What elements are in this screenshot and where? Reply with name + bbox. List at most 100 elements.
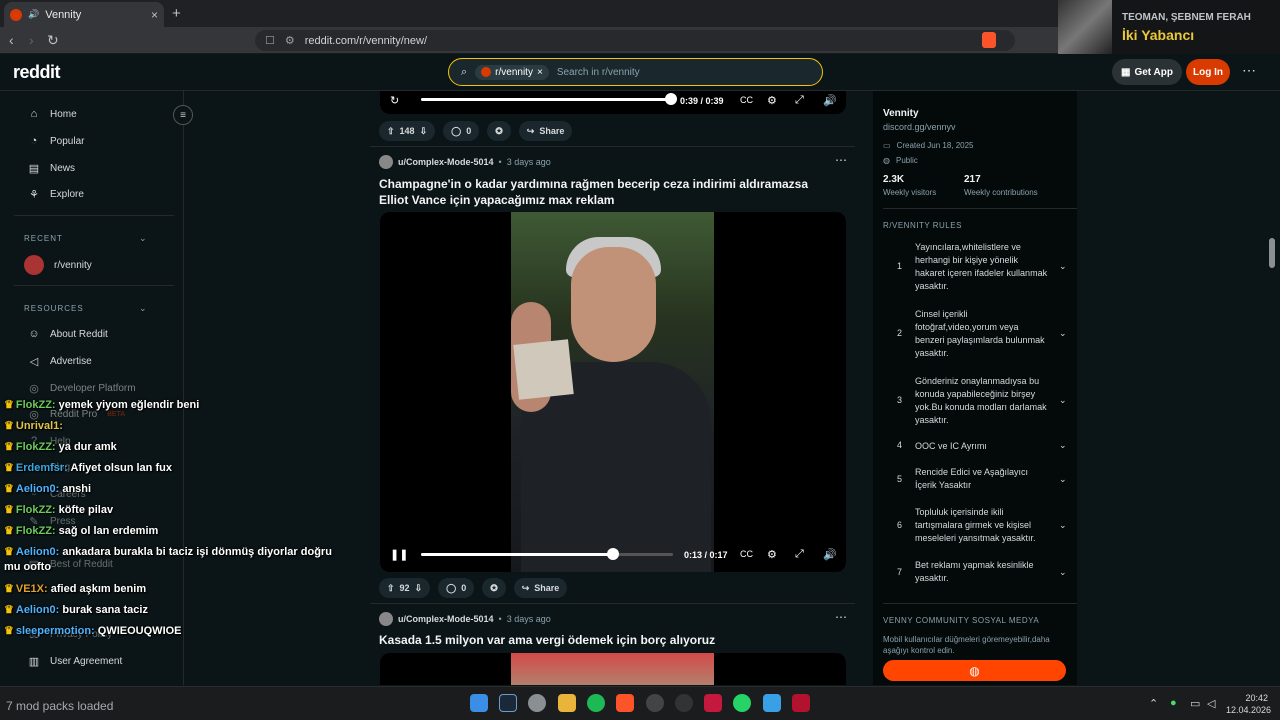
spotify-icon[interactable] (587, 694, 605, 712)
award-icon: ✪ (490, 582, 498, 593)
sidebar-item-advertise[interactable]: ◁ Advertise (28, 355, 92, 368)
settings-app-icon[interactable] (675, 694, 693, 712)
start-icon[interactable] (470, 694, 488, 712)
award-button[interactable]: ✪ (487, 121, 511, 141)
chevron-down-icon[interactable]: ⌄ (1059, 567, 1067, 578)
share-button[interactable]: ↪ Share (513, 578, 568, 598)
whatsapp-icon[interactable] (733, 694, 751, 712)
tab-close-icon[interactable]: × (151, 8, 158, 22)
downvote-icon[interactable]: ⇩ (420, 126, 428, 137)
scrollbar-thumb[interactable] (1269, 238, 1275, 268)
network-icon[interactable]: ▭ (1190, 697, 1200, 710)
developer-icon: ◎ (29, 383, 39, 395)
post-options-icon[interactable]: ⋯ (835, 153, 847, 167)
chevron-down-icon[interactable]: ⌄ (139, 303, 147, 314)
volume-icon[interactable]: 🔊 (823, 94, 837, 107)
upvote-icon[interactable]: ⇧ (387, 126, 395, 137)
taskbar-clock[interactable]: 20:42 12.04.2026 (1226, 692, 1271, 716)
adobe-icon[interactable] (792, 694, 810, 712)
fullscreen-icon[interactable]: ⤢ (795, 94, 804, 107)
chevron-down-icon[interactable]: ⌄ (1059, 261, 1067, 272)
recent-header[interactable]: RECENT (24, 234, 63, 243)
get-app-button[interactable]: ▦ Get App (1112, 59, 1182, 85)
vote-control[interactable]: ⇧ 92 ⇩ (379, 578, 431, 598)
post-title[interactable]: Kasada 1.5 milyon var ama vergi ödemek i… (379, 632, 829, 648)
obs-icon[interactable] (646, 694, 664, 712)
chevron-down-icon[interactable]: ⌄ (139, 233, 147, 244)
back-icon[interactable]: ‹ (9, 32, 14, 48)
user-avatar[interactable] (379, 612, 393, 626)
chevron-down-icon[interactable]: ⌄ (1059, 440, 1067, 451)
settings-icon[interactable]: ⚙ (767, 548, 777, 561)
video-player[interactable] (380, 653, 846, 685)
mic-icon[interactable]: ● (1170, 697, 1177, 709)
sidebar-item-home[interactable]: ⌂ Home (28, 108, 77, 120)
post-author[interactable]: u/Complex-Mode-5014 (398, 614, 494, 624)
user-avatar[interactable] (379, 155, 393, 169)
social-link-button[interactable]: ◍ (883, 660, 1066, 681)
rule-text: Rencide Edici ve Aşağılayıcı İçerik Yasa… (915, 467, 1029, 490)
agreement-icon: ▥ (28, 656, 40, 668)
award-button[interactable]: ✪ (482, 578, 506, 598)
site-info-icon[interactable]: ⚙ (285, 34, 295, 47)
chevron-down-icon[interactable]: ⌄ (1059, 520, 1067, 531)
sidebar-item-news[interactable]: ▤ News (28, 162, 75, 175)
comments-button[interactable]: ◯ 0 (443, 121, 480, 141)
brave-icon[interactable] (616, 694, 634, 712)
browser-tab[interactable]: 🔊 Vennity × (4, 2, 164, 27)
search-bar[interactable]: ⌕ r/vennity × Search in r/vennity (448, 58, 823, 86)
search-input[interactable]: Search in r/vennity (557, 67, 640, 78)
brave-shield-icon[interactable] (982, 32, 996, 48)
comments-button[interactable]: ◯ 0 (438, 578, 475, 598)
post-options-icon[interactable]: ⋯ (835, 610, 847, 624)
game-launcher-icon[interactable] (704, 694, 722, 712)
chevron-down-icon[interactable]: ⌄ (1059, 395, 1067, 406)
login-button[interactable]: Log In (1186, 59, 1230, 85)
post-title[interactable]: Champagne'in o kadar yardımına rağmen be… (379, 176, 829, 208)
volume-icon[interactable]: 🔊 (823, 548, 837, 561)
volume-tray-icon[interactable]: ◁ (1207, 697, 1215, 710)
page-scrollbar[interactable] (1268, 91, 1276, 685)
captions-icon[interactable]: CC (740, 549, 753, 559)
image-app-icon[interactable] (763, 694, 781, 712)
upvote-icon[interactable]: ⇧ (387, 583, 395, 594)
sidebar-item-popular[interactable]: ◔ Popular (28, 135, 85, 147)
fullscreen-icon[interactable]: ⤢ (795, 548, 804, 561)
share-button[interactable]: ↪ Share (518, 121, 573, 141)
sidebar-collapse-button[interactable]: ≡ (173, 105, 193, 125)
app-icon[interactable] (528, 694, 546, 712)
search-subreddit-chip[interactable]: r/vennity × (475, 64, 549, 80)
community-link[interactable]: discord.gg/vennyv (883, 122, 956, 132)
chevron-down-icon[interactable]: ⌄ (1059, 474, 1067, 485)
vote-control[interactable]: ⇧ 148 ⇩ (379, 121, 436, 141)
video-player[interactable]: ❚❚ 0:13 / 0:17 CC ⚙ ⤢ 🔊 (380, 212, 846, 572)
captions-icon[interactable]: CC (740, 95, 753, 105)
sidebar-item-developer[interactable]: ◎ Developer Platform (28, 382, 135, 395)
chip-close-icon[interactable]: × (537, 67, 543, 78)
reload-icon[interactable]: ↻ (47, 32, 59, 49)
forward-icon[interactable]: › (29, 32, 34, 48)
bookmark-icon[interactable]: ☐ (265, 34, 275, 47)
top-video-time: 0:39 / 0:39 (680, 96, 724, 106)
sidebar-item-about[interactable]: ☺ About Reddit (28, 328, 107, 340)
resources-header[interactable]: RESOURCES (24, 304, 84, 313)
steam-icon[interactable] (499, 694, 517, 712)
new-tab-button[interactable]: + (172, 5, 181, 22)
sidebar-item-vennity[interactable]: r/vennity (24, 255, 92, 275)
settings-icon[interactable]: ⚙ (767, 94, 777, 107)
reddit-logo[interactable]: reddit (13, 62, 61, 83)
more-options-icon[interactable]: ⋯ (1242, 62, 1256, 79)
downvote-icon[interactable]: ⇩ (415, 583, 423, 594)
file-explorer-icon[interactable] (558, 694, 576, 712)
address-bar[interactable]: ☐ ⚙ reddit.com/r/vennity/new/ (255, 30, 1015, 51)
pause-icon[interactable]: ❚❚ (390, 548, 408, 561)
tray-expand-icon[interactable]: ⌃ (1149, 697, 1158, 710)
top-video-scrubber[interactable] (665, 93, 677, 105)
sidebar-item-user-agreement[interactable]: ▥ User Agreement (28, 655, 122, 668)
video-scrubber[interactable] (606, 548, 619, 560)
chevron-down-icon[interactable]: ⌄ (1059, 328, 1067, 339)
post-author[interactable]: u/Complex-Mode-5014 (398, 157, 494, 167)
replay-icon[interactable]: ↻ (390, 94, 399, 107)
top-video-player[interactable]: ↻ 0:39 / 0:39 CC ⚙ ⤢ 🔊 (380, 91, 846, 114)
sidebar-item-explore[interactable]: ⚘ Explore (28, 188, 84, 201)
